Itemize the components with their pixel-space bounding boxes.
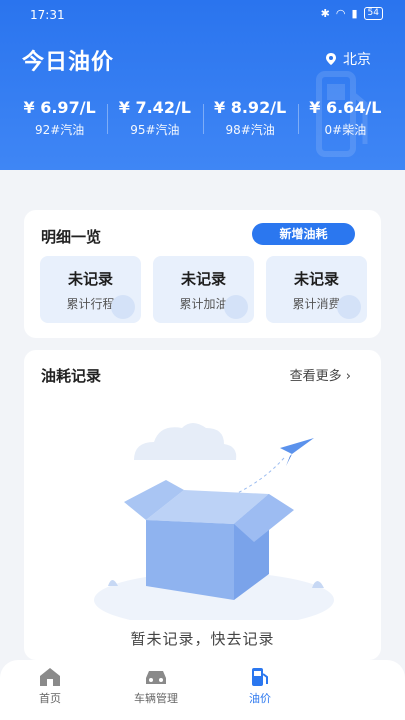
fuel-pump-icon xyxy=(252,668,268,686)
price-item: ¥ 7.42/L 95#汽油 xyxy=(107,98,202,138)
page-title: 今日油价 xyxy=(22,50,115,75)
tab-label: 车辆管理 xyxy=(134,692,178,705)
price-item: ¥ 6.97/L 92#汽油 xyxy=(12,98,107,138)
records-title: 油耗记录 xyxy=(41,367,102,385)
price-label: 95#汽油 xyxy=(130,123,180,137)
add-fuel-record-button[interactable]: 新增油耗 xyxy=(252,223,355,245)
price-value: ¥ 6.97/L xyxy=(23,98,96,117)
tab-label: 首页 xyxy=(39,692,61,705)
price-value: ¥ 7.42/L xyxy=(118,98,191,117)
header: 17:31 ✱ ◠ ▮ 54 今日油价 北京 ¥ 6.97/L 92#汽油 ¥ … xyxy=(0,0,405,170)
signal-icon: ▮ xyxy=(351,7,358,20)
price-item: ¥ 8.92/L 98#汽油 xyxy=(202,98,298,138)
status-time: 17:31 xyxy=(30,8,65,22)
summary-tiles: 未记录 累计行程 未记录 累计加油 未记录 累计消费 xyxy=(40,256,367,323)
price-label: 0#柴油 xyxy=(324,123,367,137)
summary-tile-spending[interactable]: 未记录 累计消费 xyxy=(266,256,367,323)
location-pin-icon xyxy=(326,53,336,65)
empty-state-text: 暂未记录，快去记录 xyxy=(130,630,275,648)
home-icon xyxy=(40,668,60,686)
tile-value: 未记录 xyxy=(293,270,339,288)
price-value: ¥ 8.92/L xyxy=(214,98,287,117)
car-icon xyxy=(146,671,166,684)
tile-watermark-icon xyxy=(111,295,135,319)
status-bar: 17:31 ✱ ◠ ▮ 54 xyxy=(0,0,405,28)
price-label: 92#汽油 xyxy=(34,123,85,137)
chevron-right-icon: › xyxy=(345,369,351,384)
tab-home[interactable]: 首页 xyxy=(0,660,100,720)
price-list: ¥ 6.97/L 92#汽油 ¥ 7.42/L 95#汽油 ¥ 8.92/L 9… xyxy=(12,98,393,138)
bluetooth-icon: ✱ xyxy=(320,7,330,20)
location-selector[interactable]: 北京 xyxy=(325,49,371,69)
tab-fuel-price[interactable]: 油价 xyxy=(210,660,310,720)
details-title: 明细一览 xyxy=(41,228,102,246)
battery-icon: 54 xyxy=(363,7,383,20)
view-more-label: 查看更多 xyxy=(289,369,342,384)
price-value: ¥ 6.64/L xyxy=(309,98,382,117)
view-more-link[interactable]: 查看更多 › xyxy=(290,365,351,384)
tab-vehicle-management[interactable]: 车辆管理 xyxy=(106,660,206,720)
tab-label: 油价 xyxy=(249,692,271,705)
location-label: 北京 xyxy=(343,52,371,68)
price-item: ¥ 6.64/L 0#柴油 xyxy=(297,98,393,138)
tile-value: 未记录 xyxy=(180,270,226,288)
details-card: 明细一览 新增油耗 未记录 累计行程 未记录 累计加油 未记录 累计消费 xyxy=(24,210,381,338)
price-label: 98#汽油 xyxy=(225,123,275,137)
summary-tile-mileage[interactable]: 未记录 累计行程 xyxy=(40,256,141,323)
tile-value: 未记录 xyxy=(67,270,113,288)
bottom-tab-bar: 首页 车辆管理 油价 xyxy=(0,660,405,720)
records-card: 油耗记录 查看更多 › 暂未记录，快去记录 xyxy=(24,350,381,660)
tile-watermark-icon xyxy=(337,295,361,319)
status-icons: ✱ ◠ ▮ 54 xyxy=(321,7,383,20)
wifi-icon: ◠ xyxy=(335,7,346,20)
empty-box-illustration xyxy=(94,423,334,620)
summary-tile-refuel[interactable]: 未记录 累计加油 xyxy=(153,256,254,323)
tile-watermark-icon xyxy=(224,295,248,319)
